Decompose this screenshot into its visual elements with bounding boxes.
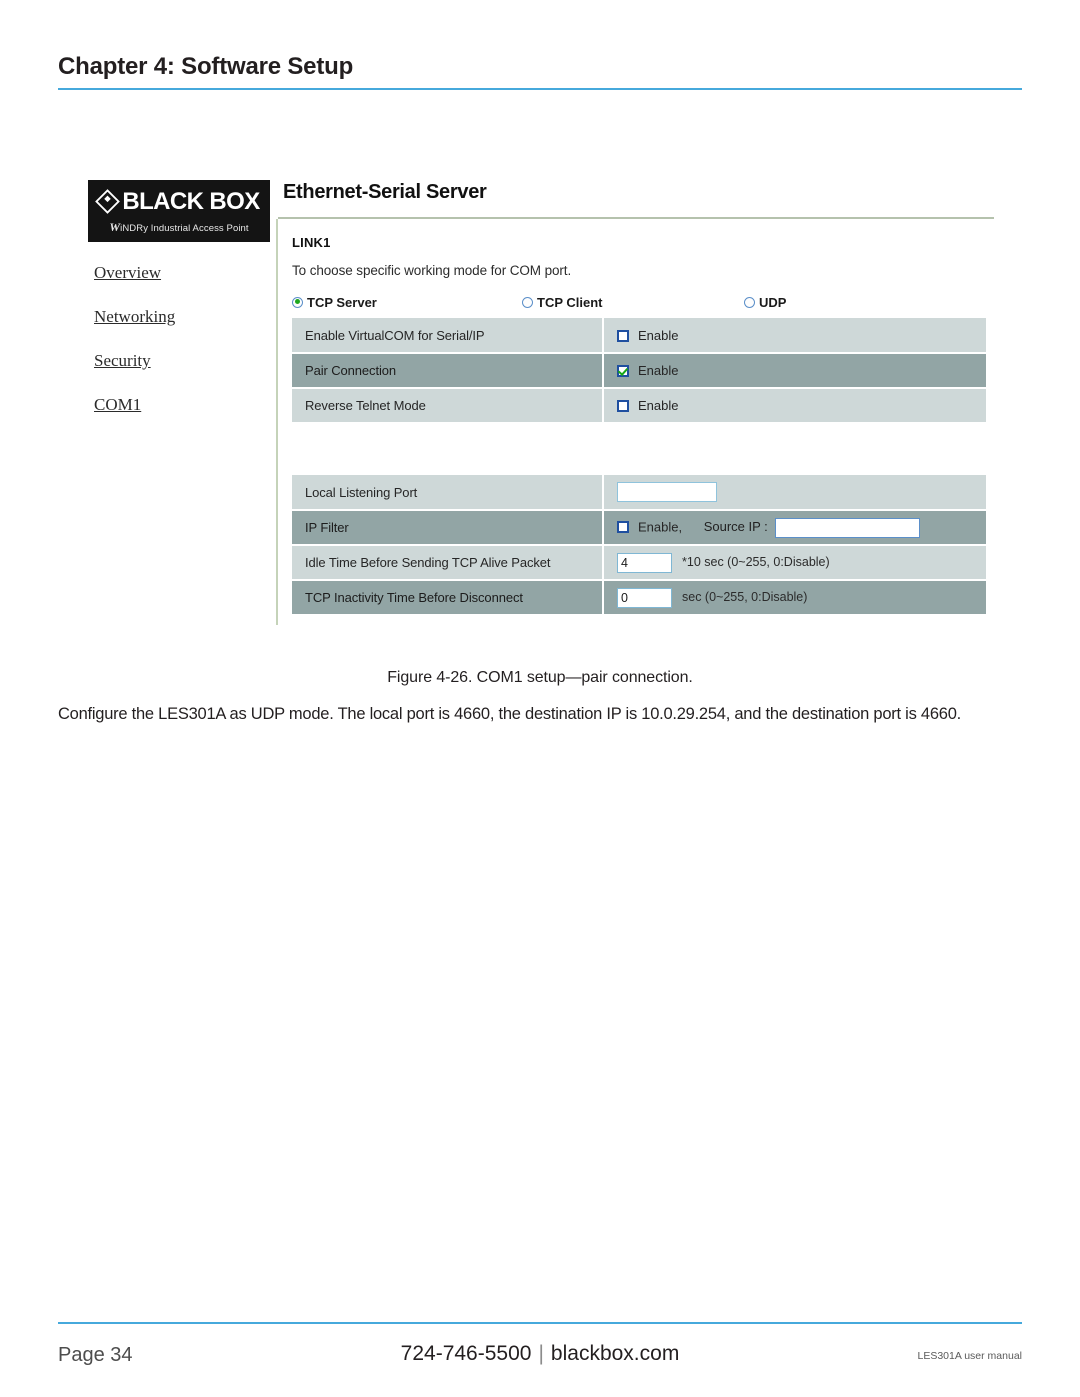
row-value-pair-connection: Enable (603, 353, 986, 389)
webui-title: Ethernet-Serial Server (283, 181, 487, 203)
table-row: IP Filter Enable, Source IP : (292, 510, 986, 546)
logo-tagline-initial: W (109, 220, 121, 234)
checkbox-ip-filter[interactable] (617, 520, 629, 533)
radio-tcp-server[interactable]: TCP Server (292, 295, 522, 310)
link1-description: To choose specific working mode for COM … (292, 263, 572, 278)
row-value-ip-filter: Enable, Source IP : (603, 510, 986, 546)
idle-time-hint: *10 sec (0~255, 0:Disable) (682, 554, 830, 569)
row-label-idle-time: Idle Time Before Sending TCP Alive Packe… (292, 545, 604, 581)
logo-tagline: WiNDRy Industrial Access Point (88, 220, 270, 235)
footer-divider (58, 1322, 1022, 1324)
row-value-local-listening-port (603, 475, 986, 511)
inactivity-time-input[interactable]: 0 (617, 587, 672, 608)
row-value-virtualcom: Enable (603, 318, 986, 354)
row-label-inactivity-time: TCP Inactivity Time Before Disconnect (292, 580, 604, 616)
connection-settings-table: Local Listening Port IP Filter Enable, S… (292, 475, 986, 616)
checkbox-reverse-telnet-label: Enable (638, 398, 679, 413)
radio-tcp-client[interactable]: TCP Client (522, 295, 744, 310)
footer-phone: 724-746-5500 (400, 1342, 532, 1365)
checkbox-virtualcom[interactable] (617, 329, 629, 342)
checkbox-reverse-telnet[interactable] (617, 400, 629, 412)
sidebar-item-networking[interactable]: Networking (94, 307, 175, 327)
link1-panel: LINK1 To choose specific working mode fo… (276, 219, 998, 625)
table-row: Idle Time Before Sending TCP Alive Packe… (292, 545, 986, 581)
radio-tcp-client-label: TCP Client (537, 294, 603, 310)
page-title: Chapter 4: Software Setup (58, 53, 354, 80)
local-listening-port-input[interactable] (617, 482, 717, 502)
footer-manual-name: LES301A user manual (917, 1350, 1023, 1362)
checkbox-pair-connection-label: Enable (638, 363, 679, 378)
radio-checked-icon[interactable] (292, 296, 303, 308)
logo-brand-text: BLACK BOX (88, 188, 270, 216)
figure-caption: Figure 4-26. COM1 setup—pair connection. (387, 669, 693, 686)
radio-tcp-server-label: TCP Server (307, 294, 377, 310)
checkbox-ip-filter-label: Enable, (638, 518, 683, 534)
logo-brand-label: BLACK BOX (122, 188, 260, 215)
source-ip-input[interactable] (774, 517, 920, 538)
row-label-pair-connection: Pair Connection (292, 353, 604, 389)
diamond-icon (95, 189, 121, 214)
source-ip-label: Source IP : (703, 518, 768, 534)
idle-time-input[interactable]: 4 (617, 552, 672, 573)
row-label-local-listening-port: Local Listening Port (292, 475, 604, 511)
checkbox-pair-connection[interactable] (617, 365, 629, 377)
row-value-idle-time: 4 *10 sec (0~255, 0:Disable) (603, 545, 986, 581)
embedded-webui-screenshot: BLACK BOX WiNDRy Industrial Access Point… (88, 175, 998, 640)
sidebar-item-overview[interactable]: Overview (94, 263, 161, 283)
sidebar-item-com1[interactable]: COM1 (94, 395, 141, 415)
row-label-ip-filter: IP Filter (292, 510, 604, 546)
radio-udp-label: UDP (759, 294, 787, 310)
checkbox-virtualcom-label: Enable (638, 327, 679, 343)
header-divider (58, 88, 1022, 90)
mode-options-table: Enable VirtualCOM for Serial/IP Enable P… (292, 318, 986, 424)
radio-unchecked-icon[interactable] (522, 296, 533, 308)
working-mode-radio-group: TCP Server TCP Client UDP (292, 292, 998, 312)
sidebar-nav: Overview Networking Security COM1 (94, 263, 274, 439)
footer-contact: 724-746-5500 | blackbox.com (58, 1342, 1022, 1366)
table-row: Pair Connection Enable (292, 353, 986, 389)
page-footer: Page 34 724-746-5500 | blackbox.com LES301… (58, 1338, 1022, 1378)
logo-tagline-rest: iNDRy Industrial Access Point (120, 223, 249, 234)
row-label-virtualcom: Enable VirtualCOM for Serial/IP (292, 318, 604, 354)
inactivity-time-hint: sec (0~255, 0:Disable) (682, 589, 808, 604)
row-value-inactivity-time: 0 sec (0~255, 0:Disable) (603, 580, 986, 616)
table-row: TCP Inactivity Time Before Disconnect 0s… (292, 580, 986, 616)
row-label-reverse-telnet: Reverse Telnet Mode (292, 388, 604, 424)
footer-separator: | (538, 1342, 544, 1365)
radio-udp[interactable]: UDP (744, 295, 786, 310)
sidebar-item-security[interactable]: Security (94, 351, 151, 371)
body-paragraph: Configure the LES301A as UDP mode. The l… (58, 705, 961, 723)
table-row: Enable VirtualCOM for Serial/IP Enable (292, 318, 986, 354)
table-row: Reverse Telnet Mode Enable (292, 388, 986, 424)
footer-website: blackbox.com (550, 1342, 680, 1365)
table-row: Local Listening Port (292, 475, 986, 511)
row-value-reverse-telnet: Enable (603, 388, 986, 424)
table-gap-spacer (292, 424, 998, 469)
link1-label: LINK1 (292, 235, 331, 250)
radio-unchecked-icon[interactable] (744, 296, 755, 308)
chapter-header: Chapter 4: Software Setup (58, 52, 1022, 90)
webui-content: Ethernet-Serial Server LINK1 To choose s… (276, 175, 998, 625)
blackbox-logo: BLACK BOX WiNDRy Industrial Access Point (88, 180, 270, 242)
